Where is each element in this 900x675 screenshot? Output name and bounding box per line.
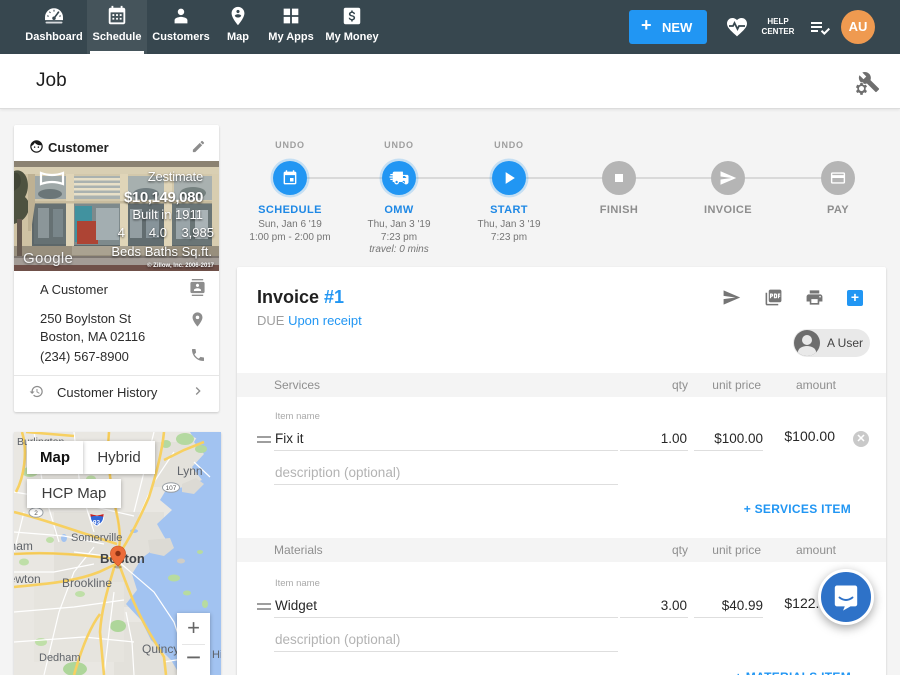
svg-text:Brookline: Brookline xyxy=(62,576,112,590)
svg-text:107: 107 xyxy=(166,485,177,492)
svg-text:Somerville: Somerville xyxy=(71,532,122,544)
svg-text:Waltham: Waltham xyxy=(14,539,33,553)
svg-text:Dedham: Dedham xyxy=(39,652,81,664)
svg-text:Lynn: Lynn xyxy=(177,464,203,478)
svg-text:Quincy: Quincy xyxy=(142,642,179,656)
svg-text:Newton: Newton xyxy=(14,572,41,586)
svg-text:Hingham: Hingham xyxy=(212,649,221,661)
svg-text:2: 2 xyxy=(34,510,38,517)
svg-text:93: 93 xyxy=(93,520,101,527)
